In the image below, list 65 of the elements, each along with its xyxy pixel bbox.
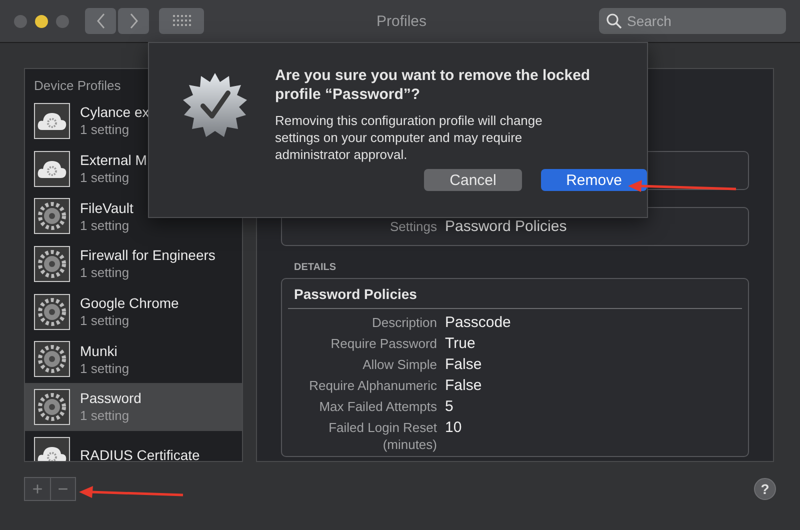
field-value: 5 — [445, 398, 454, 415]
profile-item[interactable]: FileVault 1 setting — [25, 192, 242, 240]
cancel-button[interactable]: Cancel — [424, 169, 522, 191]
profile-setting-count: 1 setting — [80, 360, 130, 376]
sidebar-header: Device Profiles — [33, 77, 122, 95]
field-label: Require Alphanumeric — [308, 377, 437, 394]
field-value: True — [445, 335, 476, 352]
profile-item[interactable]: Cylance ex 1 setting — [25, 97, 242, 145]
profile-item[interactable]: RADIUS Certificate — [25, 430, 242, 461]
profile-setting-count: 1 setting — [80, 313, 130, 328]
profile-name: Munki — [80, 342, 118, 359]
profile-item[interactable]: External M 1 setting — [25, 144, 242, 192]
profile-setting-count: 1 setting — [80, 170, 130, 186]
cloud-gear-icon — [34, 150, 70, 187]
gears-icon — [34, 388, 70, 425]
close-window-button[interactable] — [14, 14, 27, 28]
remove-button[interactable]: Remove — [541, 169, 647, 191]
field-label: Failed Login Reset (minutes) — [328, 419, 437, 453]
gears-icon — [34, 246, 70, 282]
field-label: Require Password — [330, 335, 437, 352]
gears-icon — [34, 198, 70, 234]
dialog-title: Are you sure you want to remove the locked profile “Password”? — [275, 66, 592, 104]
profile-setting-count: 1 setting — [80, 218, 130, 233]
field-value: Passcode — [445, 314, 511, 331]
profile-item[interactable]: Google Chrome 1 setting — [25, 288, 242, 336]
grid-icon — [172, 15, 190, 27]
profile-name: Cylance ex — [80, 104, 150, 120]
cloud-gear-icon — [34, 102, 70, 139]
gears-icon — [34, 294, 70, 330]
minimize-window-button[interactable] — [35, 14, 48, 28]
profile-setting-count: 1 setting — [80, 265, 130, 280]
forward-button[interactable] — [118, 8, 149, 34]
profile-name: External M — [80, 152, 147, 168]
field-value: 10 — [445, 419, 462, 436]
field-label: Allow Simple — [362, 356, 437, 373]
gears-icon — [34, 341, 70, 378]
profile-setting-count: 1 setting — [80, 408, 130, 424]
field-label: Settings — [389, 219, 437, 234]
field-label: Description — [370, 314, 437, 331]
search-icon — [606, 13, 622, 29]
section-heading: DETAILS — [294, 262, 338, 273]
chevron-right-icon — [128, 13, 138, 29]
back-button[interactable] — [85, 8, 116, 34]
profile-name: Firewall for Engineers — [80, 247, 216, 264]
profile-item[interactable]: Munki 1 setting — [25, 335, 242, 384]
details-title: Password Policies — [288, 279, 742, 309]
window-title: Profiles — [375, 12, 428, 30]
field-label: Max Failed Attempts — [318, 398, 437, 415]
show-all-button[interactable] — [159, 8, 204, 34]
profile-name: Google Chrome — [80, 295, 179, 312]
search-field[interactable]: Search — [599, 8, 786, 34]
field-value: Password Policies — [445, 218, 567, 235]
profile-name: RADIUS Certificate — [80, 446, 200, 461]
field-value: False — [445, 377, 482, 394]
chevron-left-icon — [96, 13, 106, 29]
profile-item[interactable]: Firewall for Engineers 1 setting — [25, 240, 242, 288]
profile-name: Password — [80, 390, 142, 406]
verified-badge-icon — [181, 71, 249, 139]
profile-name: FileVault — [80, 200, 134, 216]
help-button[interactable]: ? — [754, 478, 776, 500]
profile-item[interactable]: Password 1 setting — [25, 383, 242, 431]
dialog-message: Removing this configuration profile will change settings on your computer and may require administrator approval. — [275, 112, 544, 163]
profile-setting-count: 1 setting — [80, 122, 130, 138]
zoom-window-button[interactable] — [56, 14, 69, 28]
field-value: False — [445, 356, 482, 373]
